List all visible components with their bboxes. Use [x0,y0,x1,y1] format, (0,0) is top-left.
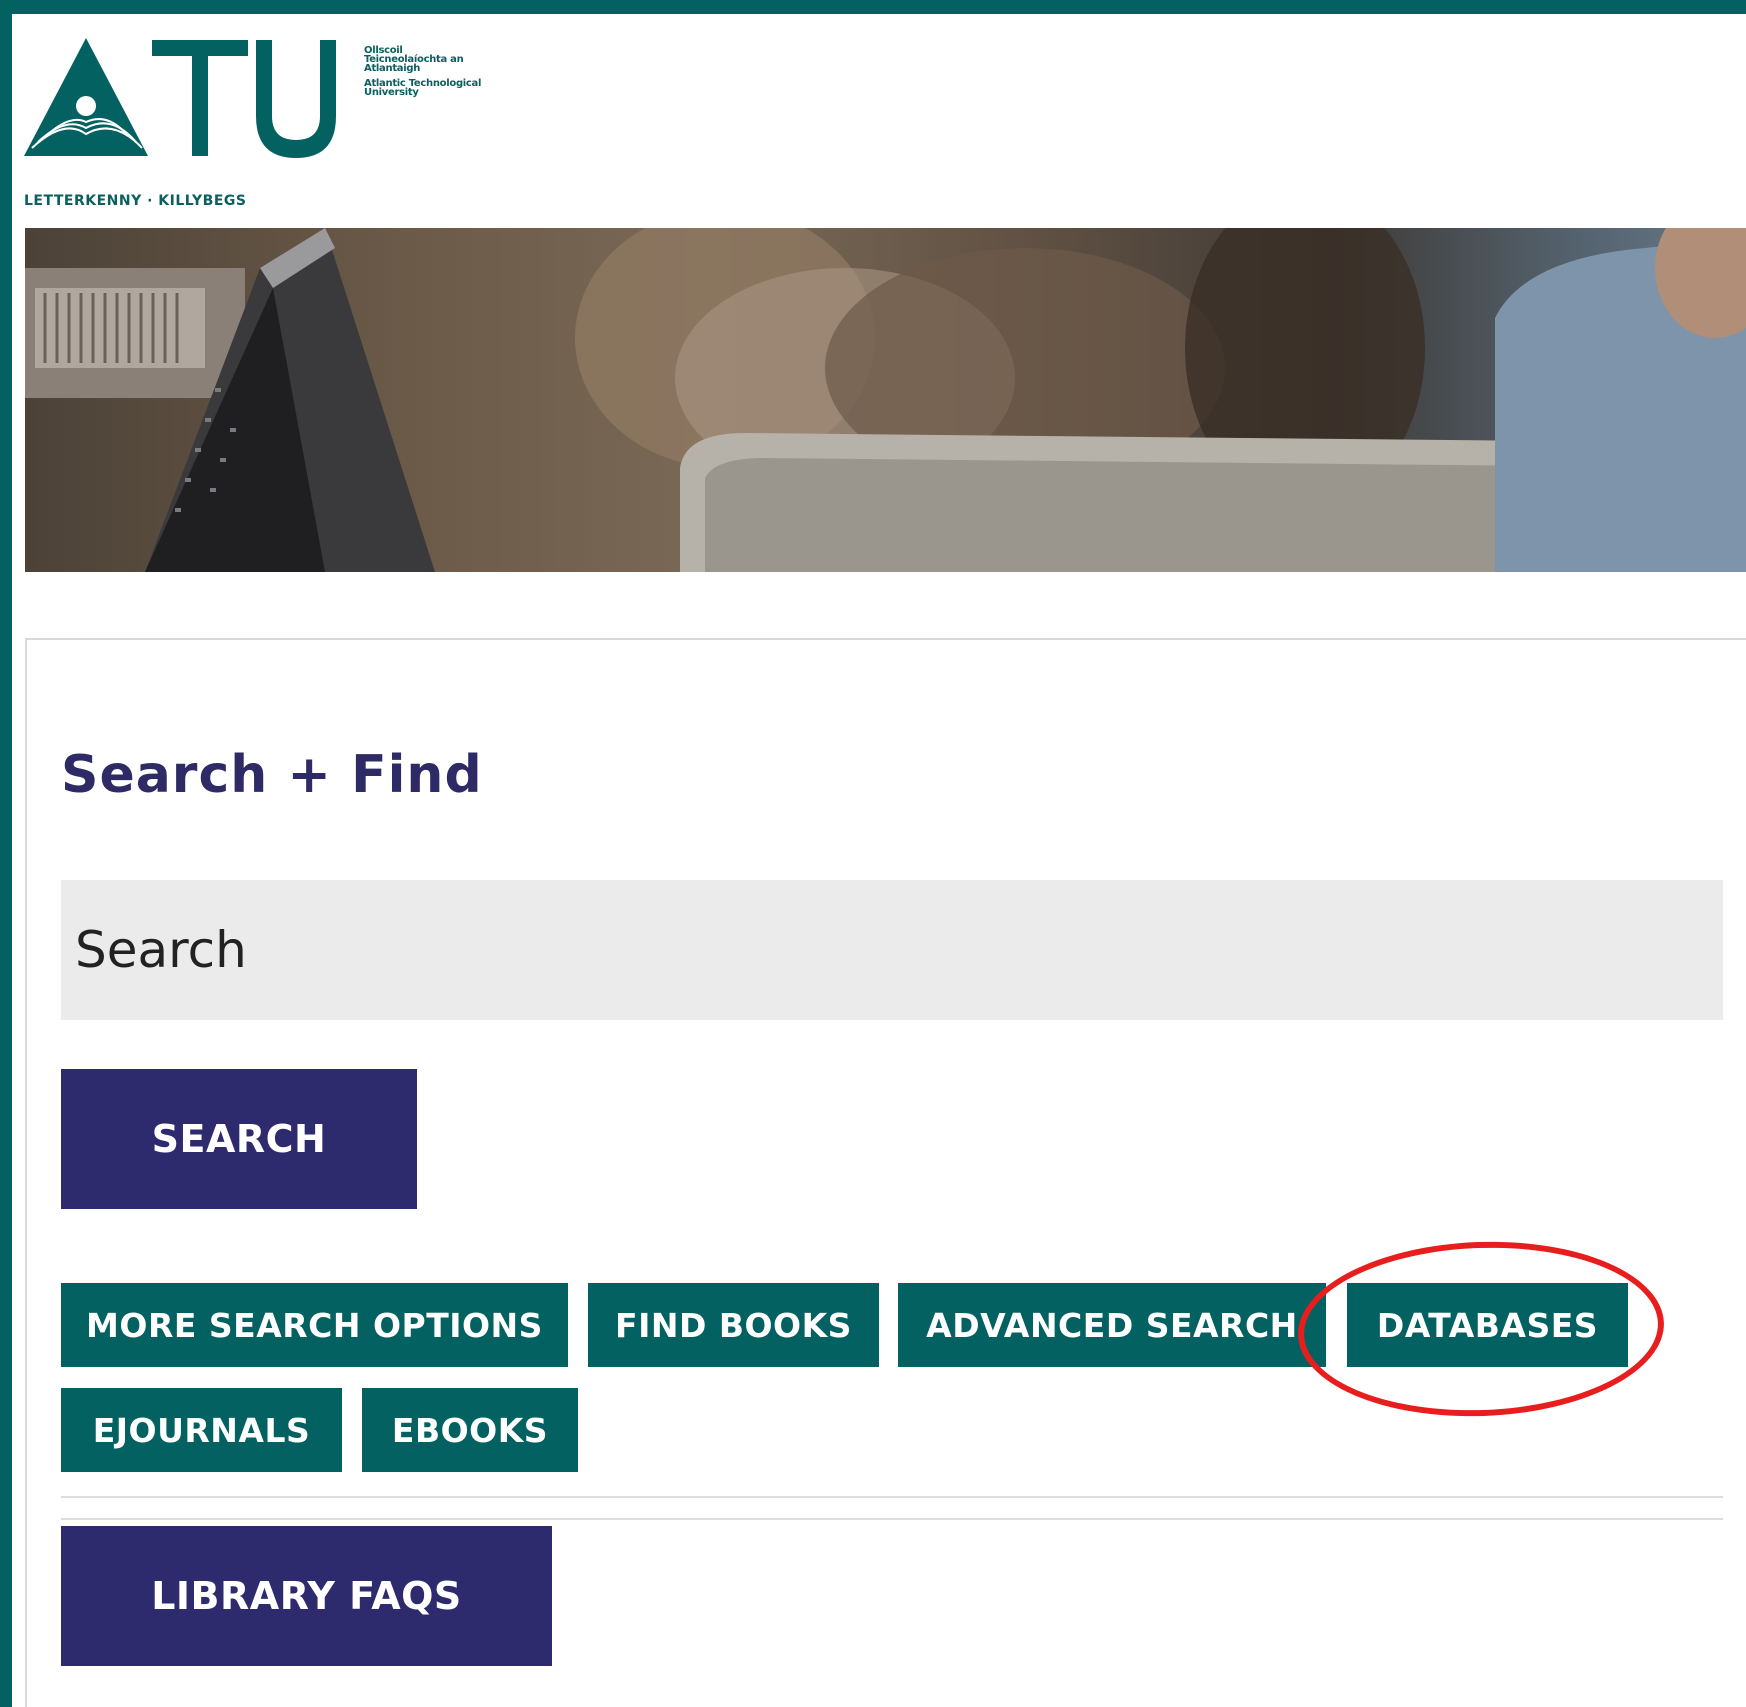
atu-logo[interactable]: Ollscoil Teicneolaíochta an Atlantaigh A… [24,38,484,218]
logo-campus-names: LETTERKENNY · KILLYBEGS [24,193,247,209]
logo-university-name: Ollscoil Teicneolaíochta an Atlantaigh A… [364,46,484,103]
ebooks-button[interactable]: EBOOKS [362,1388,578,1472]
atu-logo-mark [24,38,336,158]
divider [61,1496,1723,1498]
hero-banner-image [25,228,1746,572]
divider [61,1518,1723,1520]
ejournals-button[interactable]: EJOURNALS [61,1388,342,1472]
databases-button[interactable]: DATABASES [1347,1283,1628,1367]
logo-english-name: Atlantic Technological University [364,78,482,98]
advanced-search-button[interactable]: ADVANCED SEARCH [898,1283,1326,1367]
hero-illustration [25,228,1746,572]
logo-irish-name: Ollscoil Teicneolaíochta an Atlantaigh [364,45,464,74]
frame-top-border [0,0,1746,14]
search-input[interactable] [61,880,1723,1020]
library-faqs-button[interactable]: LIBRARY FAQS [61,1526,552,1666]
more-search-options-button[interactable]: MORE SEARCH OPTIONS [61,1283,568,1367]
section-title: Search + Find [61,745,483,805]
frame-left-border [0,0,12,1707]
find-books-button[interactable]: FIND BOOKS [588,1283,879,1367]
search-button[interactable]: SEARCH [61,1069,417,1209]
